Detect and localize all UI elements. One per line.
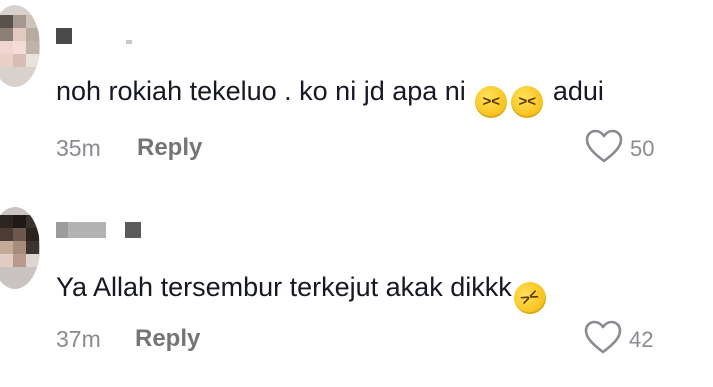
username[interactable]	[56, 222, 176, 238]
comment-meta: 37m Reply 42 〈	[56, 317, 713, 354]
reply-button[interactable]: Reply	[135, 325, 200, 353]
comment-body: Ya Allah tersembur terkejut akak dikkk	[56, 272, 512, 302]
comment-body-suffix: adui	[552, 76, 604, 106]
like-button[interactable]	[583, 319, 623, 355]
comment-time: 35m	[56, 135, 101, 161]
avatar[interactable]	[0, 207, 40, 289]
username-redacted-block	[126, 40, 132, 44]
comment-body: noh rokiah tekeluo . ko ni jd apa ni	[56, 76, 466, 106]
heart-icon	[585, 129, 623, 163]
dislike-icon[interactable]: 〈	[704, 317, 713, 345]
comment-item: noh rokiah tekeluo . ko ni jd apa ni >< >…	[0, 0, 713, 178]
rolling-on-floor-laughing-icon: ><	[508, 276, 551, 320]
comment-text: noh rokiah tekeluo . ko ni jd apa ni >< >…	[56, 74, 604, 118]
username-redacted-block	[56, 222, 68, 238]
username-redacted-block	[68, 222, 106, 238]
comment-meta: 35m Reply 50 〈	[56, 126, 713, 163]
comment-text: Ya Allah tersembur terkejut akak dikkk ><	[56, 270, 551, 320]
comment-time: 37m	[56, 326, 101, 352]
like-count: 42	[629, 327, 654, 352]
heart-icon	[584, 320, 622, 354]
like-button[interactable]	[584, 128, 624, 164]
grinning-squinting-face-icon: ><	[511, 86, 544, 118]
comment-item: Ya Allah tersembur terkejut akak dikkk ><…	[0, 195, 713, 387]
like-count: 50	[630, 136, 655, 161]
dislike-icon[interactable]: 〈	[704, 126, 713, 154]
grinning-squinting-face-icon: ><	[475, 86, 508, 118]
username[interactable]	[56, 28, 176, 44]
reply-button[interactable]: Reply	[137, 134, 202, 162]
avatar[interactable]	[0, 5, 40, 87]
username-redacted-block	[125, 222, 141, 238]
username-redacted-block	[56, 28, 72, 44]
